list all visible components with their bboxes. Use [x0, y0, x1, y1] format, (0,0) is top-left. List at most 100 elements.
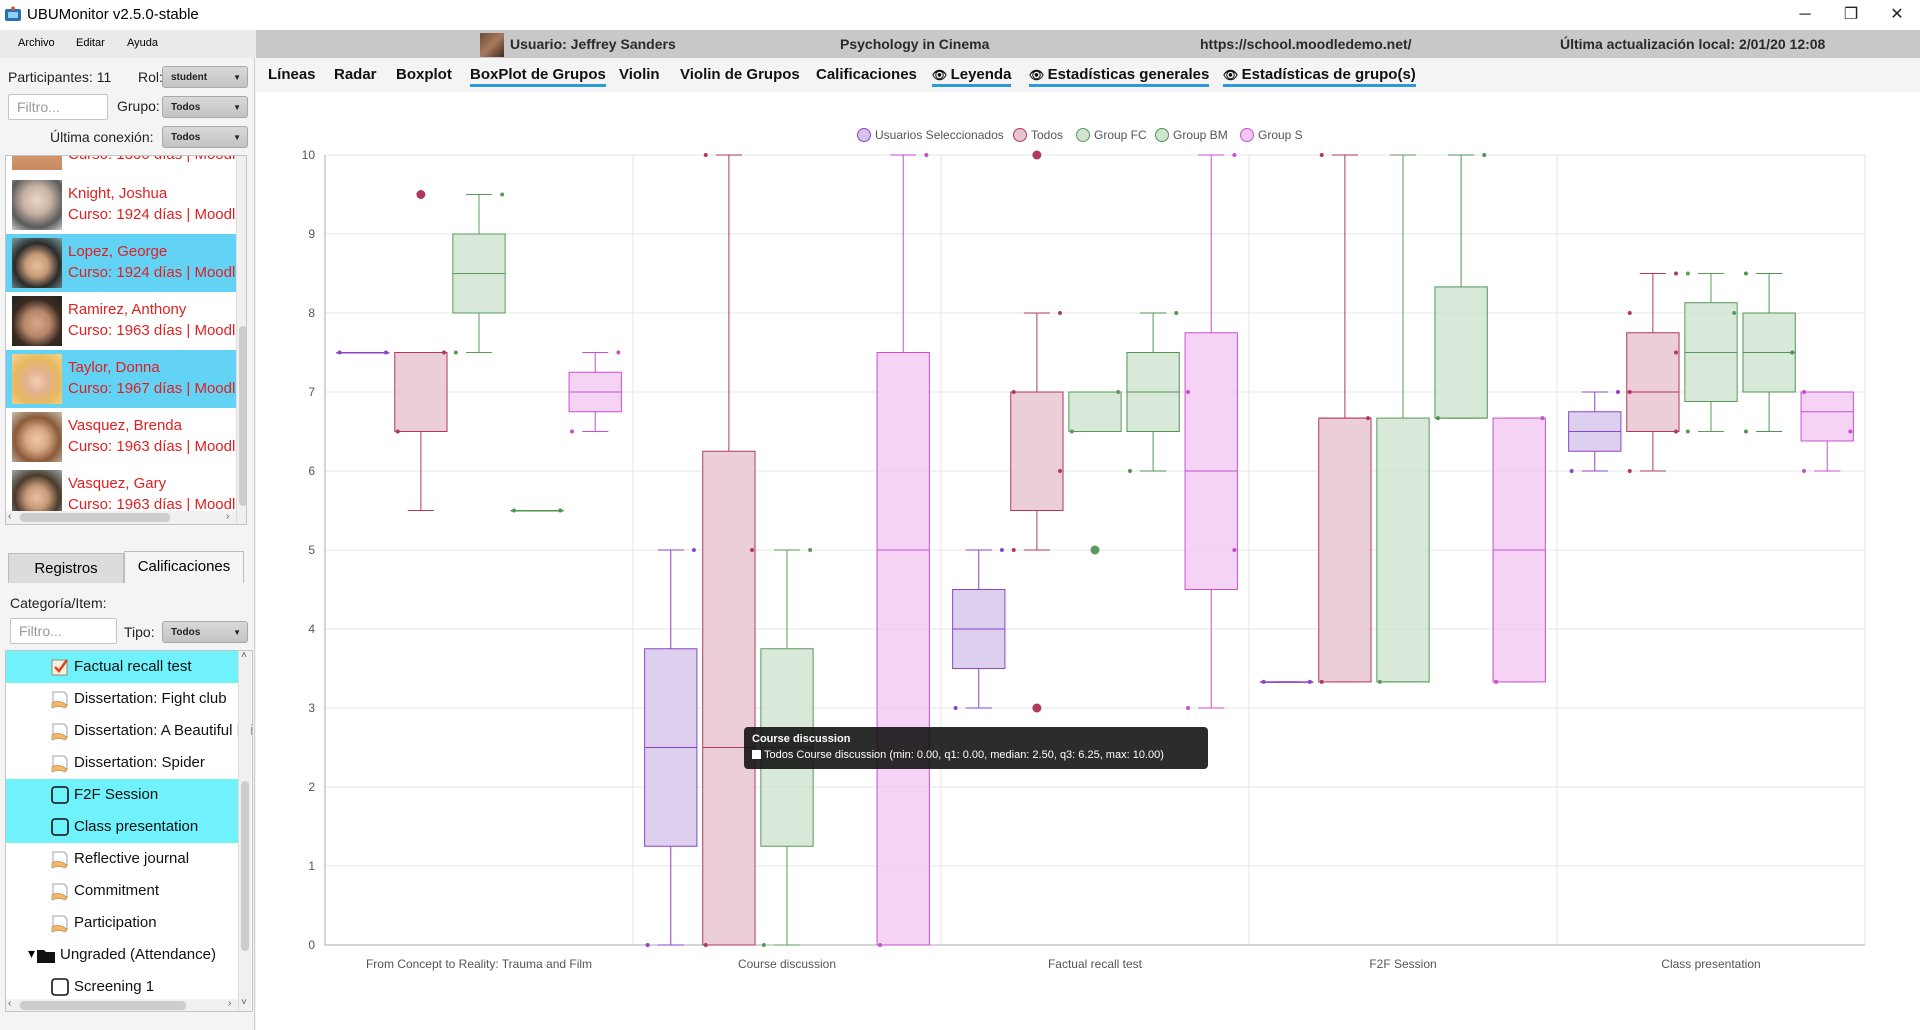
participant-course-days: Curso: 1963 días | Moodle: [68, 438, 244, 455]
data-point: [1674, 350, 1679, 355]
data-point: [1116, 390, 1121, 394]
tab-leyenda[interactable]: 👁 Leyenda: [932, 66, 1012, 87]
box: [1184, 332, 1238, 590]
participant-row[interactable]: Knight, Joshua Curso: 1924 días | Moodle: [6, 176, 244, 234]
tab-boxplot[interactable]: Boxplot: [396, 66, 452, 83]
data-point: [1319, 153, 1324, 157]
data-point: [1494, 679, 1499, 684]
role-select[interactable]: student ▼: [162, 66, 248, 88]
participant-row[interactable]: Curso: 1300 días | Moodle: [6, 156, 244, 174]
item-filter-input[interactable]: Filtro...: [10, 618, 117, 644]
title-bar: UBUMonitor v2.5.0-stable ─ ❐ ✕: [0, 0, 1920, 30]
box: [394, 352, 448, 432]
type-select[interactable]: Todos ▼: [162, 621, 248, 643]
close-button[interactable]: ✕: [1874, 0, 1920, 30]
tab-calificaciones[interactable]: Calificaciones: [124, 551, 244, 583]
chevron-up-icon[interactable]: ˄: [241, 651, 247, 661]
participant-list-hscroll[interactable]: ‹ ›: [6, 511, 236, 524]
chevron-down-icon[interactable]: ˅: [241, 997, 247, 1008]
avatar: [12, 238, 62, 288]
group-select-value: Todos: [171, 102, 201, 113]
participant-row[interactable]: Vasquez, Brenda Curso: 1963 días | Moodl…: [6, 408, 244, 466]
participant-row[interactable]: Ramirez, Anthony Curso: 1963 días | Mood…: [6, 292, 244, 350]
data-point: [1743, 429, 1748, 434]
expand-arrow-icon[interactable]: ▾: [28, 945, 35, 962]
tooltip-stats: Todos Course discussion (min: 0.00, q1: …: [764, 749, 1164, 761]
data-point: [1627, 390, 1632, 394]
scroll-thumb[interactable]: [239, 326, 246, 506]
chevron-left-icon[interactable]: ‹: [8, 998, 11, 1009]
tab-registros[interactable]: Registros: [8, 553, 124, 583]
group-boxplot-chart[interactable]: 0 1 2 3 4 5 6 7 8 9 10 From Concept to Reality: Tra…: [256, 140, 1920, 980]
tree-item[interactable]: Factual recall test: [6, 651, 238, 683]
tree-item[interactable]: Reflective journal: [6, 843, 238, 875]
tree-item[interactable]: Participation: [6, 907, 238, 939]
tooltip-title: Course discussion: [752, 733, 851, 745]
tree-item[interactable]: Dissertation: Fight club: [6, 683, 238, 715]
tree-item-label: Participation: [74, 914, 157, 931]
participant-filter-input[interactable]: Filtro...: [8, 94, 108, 120]
y-tick-label: 8: [308, 306, 315, 320]
data-point: [703, 153, 708, 157]
data-point: [1627, 311, 1632, 315]
participant-name: Lopez, George: [68, 243, 168, 260]
tree-item[interactable]: Dissertation: Spider: [6, 747, 238, 779]
participant-list-vscroll[interactable]: [236, 156, 246, 524]
last-connection-select[interactable]: Todos ▼: [162, 126, 248, 148]
tree-item-label: Factual recall test: [74, 658, 192, 675]
tab-estad-sticas-de-grupo-s[interactable]: 👁 Estadísticas de grupo(s): [1223, 66, 1416, 87]
data-point: [337, 350, 342, 355]
tree-item[interactable]: ▾ Ungraded (Attendance): [6, 939, 238, 971]
scroll-thumb[interactable]: [20, 1001, 186, 1010]
last-update: Última actualización local: 2/01/20 12:0…: [1560, 36, 1826, 52]
y-tick-label: 9: [308, 227, 315, 241]
tab-label: BoxPlot de Grupos: [470, 66, 606, 83]
tree-item[interactable]: Dissertation: A Beautiful Mind: [6, 715, 252, 747]
tree-item-label: Dissertation: Fight club: [74, 690, 227, 707]
chevron-left-icon[interactable]: ‹: [8, 511, 11, 522]
chevron-right-icon[interactable]: ›: [228, 998, 231, 1009]
assignment-icon: [51, 851, 68, 869]
tab-l-neas[interactable]: Líneas: [268, 66, 316, 83]
participant-row[interactable]: Taylor, Donna Curso: 1967 días | Moodle: [6, 350, 244, 408]
tab-violin-de-grupos[interactable]: Violin de Grupos: [680, 66, 800, 83]
tree-item[interactable]: Class presentation: [6, 811, 238, 843]
chevron-down-icon: ▼: [233, 628, 241, 637]
chevron-right-icon[interactable]: ›: [226, 511, 229, 522]
menu-archivo[interactable]: Archivo: [18, 37, 55, 49]
user-avatar: [480, 33, 504, 57]
grade-item-tree[interactable]: Factual recall test Dissertation: Fight c…: [5, 650, 253, 1012]
participant-course-days: Curso: 1924 días | Moodle: [68, 206, 244, 223]
tree-item[interactable]: F2F Session: [6, 779, 238, 811]
tree-item[interactable]: Commitment: [6, 875, 238, 907]
participant-list[interactable]: Curso: 1300 días | Moodle Knight, Joshua…: [5, 155, 247, 525]
tree-item-label: Dissertation: A Beautiful Mind: [74, 722, 253, 739]
tab-radar[interactable]: Radar: [334, 66, 377, 83]
item-tree-vscroll[interactable]: ˄ ˅: [238, 651, 251, 1011]
participant-row[interactable]: Lopez, George Curso: 1924 días | Moodle: [6, 234, 244, 292]
data-point: [1540, 416, 1545, 421]
minimize-button[interactable]: ─: [1782, 0, 1828, 30]
tab-boxplot-de-grupos[interactable]: BoxPlot de Grupos: [470, 66, 606, 87]
tab-calificaciones[interactable]: Calificaciones: [816, 66, 917, 83]
restore-button[interactable]: ❐: [1828, 0, 1874, 30]
participant-course-days: Curso: 1967 días | Moodle: [68, 380, 244, 397]
role-select-value: student: [171, 72, 208, 83]
group-select[interactable]: Todos ▼: [162, 96, 248, 118]
tab-estad-sticas-generales[interactable]: 👁 Estadísticas generales: [1029, 66, 1210, 87]
tab-violin[interactable]: Violin: [619, 66, 660, 83]
item-tree-hscroll[interactable]: ‹ ›: [6, 998, 238, 1011]
assignment-icon: [51, 915, 68, 933]
tab-label: Leyenda: [950, 66, 1012, 83]
outlier-point: [1032, 703, 1042, 713]
tooltip-body: Todos Course discussion (min: 0.00, q1: …: [752, 749, 1164, 761]
host-url: https://school.moodledemo.net/: [1200, 36, 1412, 52]
data-point: [878, 943, 883, 947]
scroll-thumb[interactable]: [20, 513, 170, 522]
tab-label: Radar: [334, 66, 377, 83]
menu-ayuda[interactable]: Ayuda: [127, 37, 158, 49]
participant-course-days: Curso: 1924 días | Moodle: [68, 264, 244, 281]
data-point: [703, 943, 708, 947]
scroll-thumb[interactable]: [241, 781, 249, 951]
menu-editar[interactable]: Editar: [76, 37, 105, 49]
